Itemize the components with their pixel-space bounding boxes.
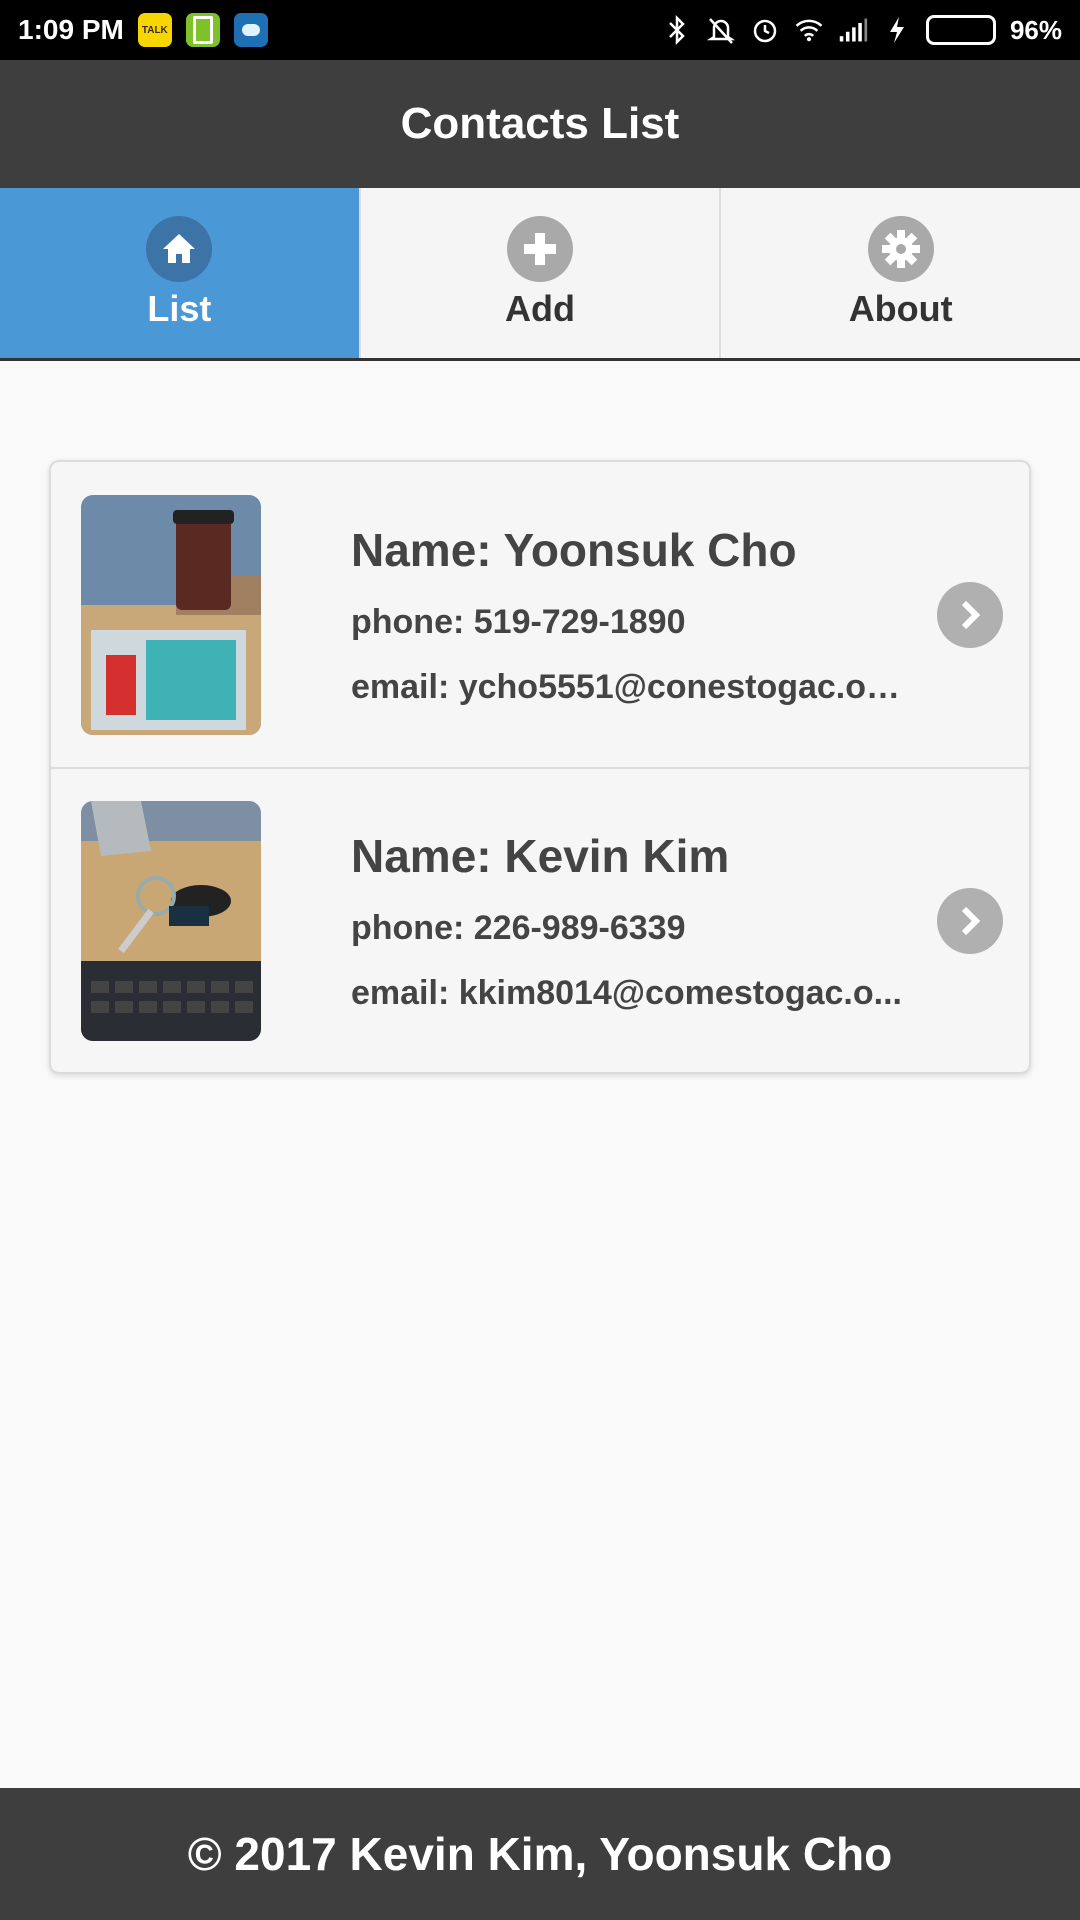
contacts-list: Name: Yoonsuk Cho phone: 519-729-1890 em… [49,460,1031,1074]
contact-name: Name: Yoonsuk Cho [351,523,797,576]
chevron-right-icon[interactable] [937,581,1003,648]
battery-icon [925,15,996,45]
tab-add-label: Add [505,288,575,329]
footer-copyright: © 2017 Kevin Kim, Yoonsuk Cho [187,1828,893,1880]
battery-app-icon [185,13,220,47]
kakaotalk-icon: TALK [137,13,172,47]
alarm-icon [750,15,780,45]
footer: © 2017 Kevin Kim, Yoonsuk Cho [0,1788,1080,1920]
contact-name: Name: Kevin Kim [351,829,730,882]
gear-icon [867,216,934,282]
home-icon [146,216,213,282]
wifi-icon [794,15,824,45]
tab-bar: List Add About [0,188,1080,361]
mute-icon [706,15,736,45]
tab-list-label: List [147,288,212,329]
status-bar-left: 1:09 PM TALK [18,13,268,47]
contact-email: email: kkim8014@comestogac.o... [351,973,902,1012]
contact-email: email: ycho5551@conestogac.on... [351,667,911,706]
tab-about-label: About [848,288,953,329]
contact-phone: phone: 519-729-1890 [351,602,686,641]
list-item[interactable]: Name: Kevin Kim phone: 226-989-6339 emai… [51,767,1029,1072]
contact-info: Name: Yoonsuk Cho phone: 519-729-1890 em… [351,523,911,707]
tab-about[interactable]: About [721,188,1080,358]
contact-phone: phone: 226-989-6339 [351,908,686,947]
tab-list[interactable]: List [0,188,361,358]
bluetooth-icon [662,15,692,45]
chevron-right-icon[interactable] [937,887,1003,954]
signal-icon [838,15,868,45]
screen: 1:09 PM TALK 96% Contacts List List Add … [0,0,1080,1920]
status-bar-right: 96% [662,15,1062,46]
weather-icon [233,13,268,47]
plus-icon [507,216,573,282]
page-title: Contacts List [400,99,680,148]
contact-photo [81,800,261,1041]
status-bar: 1:09 PM TALK 96% [0,0,1080,60]
charging-icon [882,15,912,45]
status-time: 1:09 PM [18,14,124,45]
tab-add[interactable]: Add [360,188,722,358]
contact-photo [81,494,261,735]
battery-percent: 96% [1009,14,1062,45]
contact-info: Name: Kevin Kim phone: 226-989-6339 emai… [351,829,911,1013]
list-item[interactable]: Name: Yoonsuk Cho phone: 519-729-1890 em… [51,462,1029,767]
app-header: Contacts List [0,60,1080,188]
